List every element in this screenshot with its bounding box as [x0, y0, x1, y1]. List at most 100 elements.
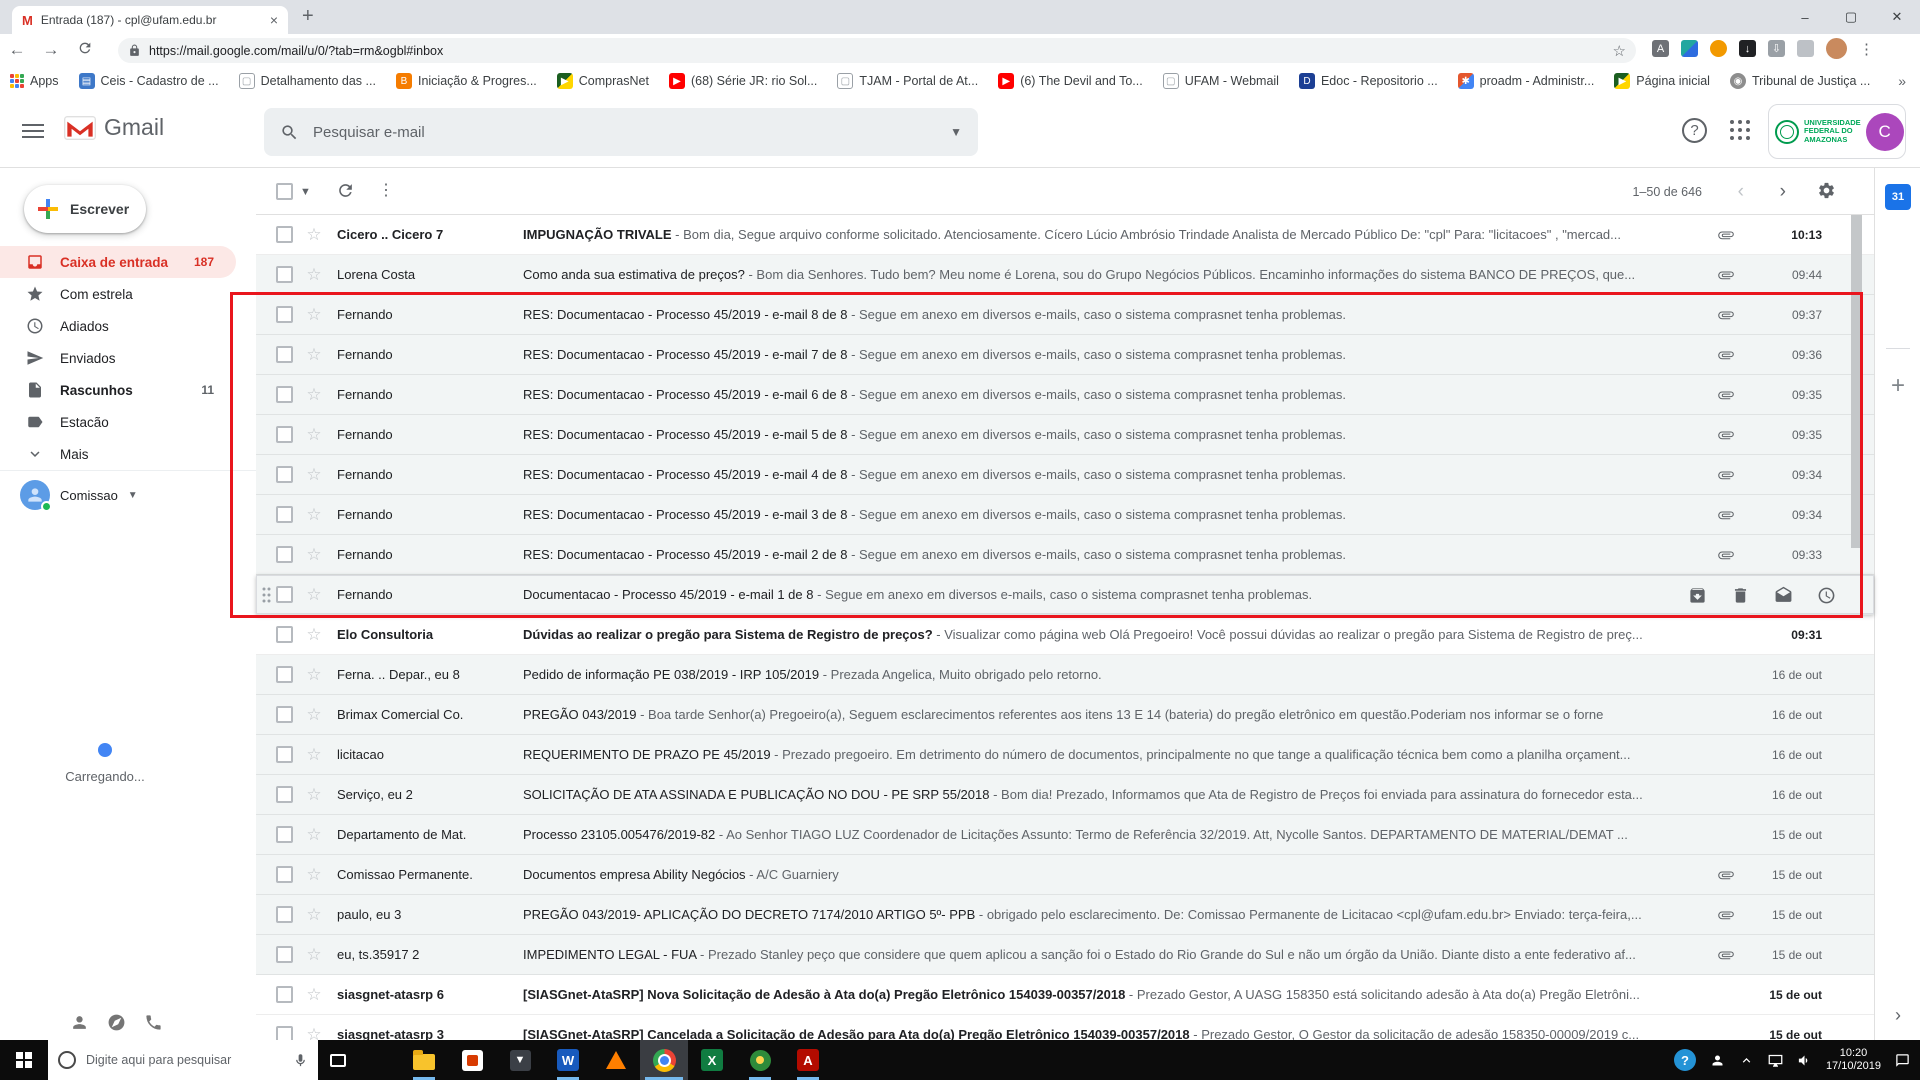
gmail-search-bar[interactable]: Pesquisar e-mail ▼ [264, 108, 978, 156]
download-extension-icon[interactable]: ↓ [1739, 40, 1756, 57]
drag-handle-icon[interactable] [261, 587, 271, 603]
bookmark-item[interactable]: ▶ Página inicial [1614, 73, 1710, 89]
bookmark-item[interactable]: ▶ (6) The Devil and To... [998, 73, 1143, 89]
email-row[interactable]: ☆ Departamento de Mat. Processo 23105.00… [256, 815, 1874, 855]
hamburger-menu-icon[interactable] [22, 120, 44, 142]
email-checkbox[interactable] [276, 826, 293, 843]
reload-icon[interactable] [68, 40, 102, 61]
email-row[interactable]: ☆ Serviço, eu 2 SOLICITAÇÃO DE ATA ASSIN… [256, 775, 1874, 815]
star-icon[interactable]: ☆ [304, 305, 324, 325]
star-icon[interactable]: ☆ [304, 345, 324, 365]
hidden-icons-chevron[interactable] [1739, 1053, 1754, 1068]
star-icon[interactable]: ☆ [304, 505, 324, 525]
email-checkbox[interactable] [276, 466, 293, 483]
delete-icon[interactable] [1731, 586, 1750, 605]
dark-app-icon[interactable]: ▼ [496, 1040, 544, 1080]
back-icon[interactable]: ← [0, 40, 34, 60]
email-checkbox[interactable] [276, 346, 293, 363]
email-checkbox[interactable] [276, 426, 293, 443]
select-caret-icon[interactable]: ▼ [300, 186, 311, 198]
vlc-icon[interactable] [592, 1040, 640, 1080]
star-icon[interactable]: ☆ [304, 705, 324, 725]
email-row[interactable]: ☆ licitacao REQUERIMENTO DE PRAZO PE 45/… [256, 735, 1874, 775]
email-row[interactable]: ☆ Comissao Permanente. Documentos empres… [256, 855, 1874, 895]
help-icon[interactable]: ? [1682, 118, 1707, 143]
list-scrollbar[interactable] [1851, 215, 1862, 548]
browser-tab[interactable]: M Entrada (187) - cpl@ufam.edu.br × [12, 6, 288, 34]
email-checkbox[interactable] [276, 946, 293, 963]
email-checkbox[interactable] [276, 386, 293, 403]
speaker-icon[interactable] [1797, 1053, 1812, 1068]
hangouts-profile[interactable]: Comissao ▼ [20, 480, 138, 512]
email-row[interactable]: ☆ Fernando Documentacao - Processo 45/20… [256, 575, 1874, 615]
select-all-checkbox[interactable] [276, 183, 293, 200]
star-icon[interactable]: ☆ [304, 465, 324, 485]
contacts-icon[interactable] [70, 1013, 89, 1032]
sidebar-item-inbox[interactable]: Caixa de entrada 187 [0, 246, 236, 278]
color-extension-icon[interactable] [1681, 40, 1698, 57]
email-checkbox[interactable] [276, 546, 293, 563]
file-explorer-icon[interactable] [400, 1040, 448, 1080]
refresh-icon[interactable] [336, 181, 355, 205]
email-checkbox[interactable] [276, 666, 293, 683]
email-checkbox[interactable] [276, 986, 293, 1003]
star-icon[interactable]: ☆ [304, 785, 324, 805]
bookmark-item[interactable]: ◉ Tribunal de Justiça ... [1729, 73, 1870, 89]
email-checkbox[interactable] [276, 706, 293, 723]
email-checkbox[interactable] [276, 906, 293, 923]
star-icon[interactable]: ☆ [304, 905, 324, 925]
bookmark-item[interactable]: ▶ (68) Série JR: rio Sol... [668, 73, 817, 89]
taskbar-clock[interactable]: 10:20 17/10/2019 [1826, 1047, 1881, 1073]
email-row[interactable]: ☆ Cicero .. Cicero 7 IMPUGNAÇÃO TRIVALEB… [256, 215, 1874, 255]
star-icon[interactable]: ☆ [304, 665, 324, 685]
downloads-tray-icon[interactable]: ⇩ [1768, 40, 1785, 57]
orange-extension-icon[interactable] [1710, 40, 1727, 57]
email-row[interactable]: ☆ Lorena Costa Como anda sua estimativa … [256, 255, 1874, 295]
display-icon[interactable] [1768, 1053, 1783, 1068]
email-checkbox[interactable] [276, 506, 293, 523]
email-row[interactable]: ☆ Ferna. .. Depar., eu 8 Pedido de infor… [256, 655, 1874, 695]
phone-icon[interactable] [144, 1013, 163, 1032]
microphone-icon[interactable] [293, 1053, 308, 1068]
email-checkbox[interactable] [276, 866, 293, 883]
window-close-button[interactable]: ✕ [1874, 0, 1920, 34]
sidebar-item-sent[interactable]: Enviados [0, 342, 236, 374]
newer-page-icon[interactable]: › [1780, 181, 1786, 203]
chrome-icon[interactable] [640, 1040, 688, 1080]
email-checkbox[interactable] [276, 586, 293, 603]
star-icon[interactable]: ☆ [304, 225, 324, 245]
tab-close-icon[interactable]: × [270, 12, 278, 28]
snooze-icon[interactable] [1817, 586, 1836, 605]
email-checkbox[interactable] [276, 306, 293, 323]
task-view-icon[interactable] [318, 1040, 358, 1080]
email-row[interactable]: ☆ siasgnet-atasrp 6 [SIASGnet-AtaSRP] No… [256, 975, 1874, 1015]
store-app-icon[interactable] [448, 1040, 496, 1080]
green-app-icon[interactable] [736, 1040, 784, 1080]
email-row[interactable]: ☆ Fernando RES: Documentacao - Processo … [256, 415, 1874, 455]
email-row[interactable]: ☆ Fernando RES: Documentacao - Processo … [256, 495, 1874, 535]
email-checkbox[interactable] [276, 266, 293, 283]
star-icon[interactable]: ☆ [304, 265, 324, 285]
sidebar-item-drafts[interactable]: Rascunhos 11 [0, 374, 236, 406]
star-icon[interactable]: ☆ [304, 625, 324, 645]
email-checkbox[interactable] [276, 786, 293, 803]
taskbar-search-box[interactable]: Digite aqui para pesquisar [48, 1040, 318, 1080]
sidebar-item-snoozed[interactable]: Adiados [0, 310, 236, 342]
star-icon[interactable]: ☆ [304, 825, 324, 845]
window-maximize-button[interactable]: ▢ [1828, 0, 1874, 34]
sidebar-item-label[interactable]: Estacão [0, 406, 236, 438]
bookmark-item[interactable]: B Iniciação & Progres... [395, 73, 537, 89]
email-row[interactable]: ☆ Fernando RES: Documentacao - Processo … [256, 455, 1874, 495]
org-account-card[interactable]: UNIVERSIDADE FEDERAL DO AMAZONAS C [1768, 104, 1906, 159]
star-icon[interactable]: ☆ [304, 585, 324, 605]
bookmark-item[interactable]: D Edoc - Repositorio ... [1298, 73, 1438, 89]
word-icon[interactable]: W [544, 1040, 592, 1080]
collapse-panel-icon[interactable]: › [1875, 1005, 1920, 1026]
google-apps-grid-icon[interactable] [1730, 120, 1750, 140]
gray-extension-icon[interactable] [1797, 40, 1814, 57]
browser-profile-avatar[interactable] [1826, 38, 1847, 59]
star-icon[interactable]: ☆ [304, 745, 324, 765]
star-icon[interactable]: ☆ [304, 865, 324, 885]
account-avatar[interactable]: C [1865, 112, 1904, 151]
url-text[interactable]: https://mail.google.com/mail/u/0/?tab=rm… [149, 44, 1605, 58]
